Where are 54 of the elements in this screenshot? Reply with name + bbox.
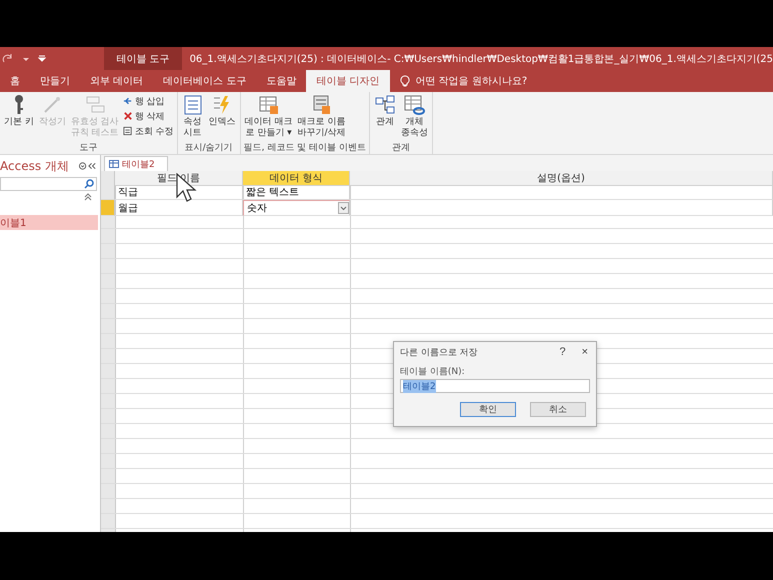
group-label: 표시/숨기기 (184, 142, 234, 154)
search-icon (84, 179, 94, 189)
data-type-text: 숫자 (247, 202, 267, 215)
collapse-icon[interactable] (84, 193, 92, 201)
help-button[interactable]: ? (557, 346, 568, 358)
description-cell[interactable] (350, 185, 773, 200)
ribbon-tab[interactable]: 만들기 (30, 70, 80, 92)
insert-row-icon (122, 96, 133, 106)
dropdown-button[interactable] (338, 202, 349, 214)
column-header[interactable]: 설명(옵션) (350, 171, 773, 186)
caret-icon (340, 206, 347, 210)
dialog-button[interactable]: 취소 (530, 402, 586, 417)
ribbon-button[interactable]: 매크로 이름 바꾸기/삭제 (296, 94, 347, 139)
ribbon-button[interactable]: 속성 시트 (180, 94, 205, 139)
column-header[interactable]: 데이터 형식 (243, 171, 350, 186)
document-tab[interactable]: 테이블2 (104, 156, 168, 171)
description-cell[interactable] (350, 200, 773, 216)
nav-pane-controls-icon[interactable] (79, 161, 97, 171)
ribbon-tab[interactable]: 테이블 디자인 (306, 70, 390, 92)
lookup-icon (122, 126, 133, 136)
data-type-cell[interactable]: 숫자 (243, 200, 350, 216)
ribbon-tab[interactable]: 외부 데이터 (80, 70, 154, 92)
dialog-title: 다른 이름으로 저장 (400, 346, 479, 358)
data-type-text: 짧은 텍스트 (246, 186, 300, 199)
ribbon-button[interactable]: 데이터 매크 로 만들기 ▾ (244, 94, 294, 139)
ribbon-button[interactable]: 조회 수정 (122, 124, 174, 138)
search-field[interactable] (0, 177, 97, 191)
ribbon-tab[interactable]: 도움말 (256, 70, 306, 92)
data-type-cell[interactable]: 짧은 텍스트 (243, 185, 350, 200)
context-tab-label: 테이블 도구 (104, 47, 182, 70)
customize-icon[interactable] (38, 54, 46, 62)
ribbon-button[interactable]: 행 삽입 (122, 94, 174, 108)
ribbon-tab[interactable]: 홈 (0, 70, 30, 92)
dialog-button[interactable]: 확인 (460, 402, 516, 417)
nav-pane-title: Access 개체 (0, 158, 69, 174)
group-label: 필드, 레코드 및 테이블 이벤트 (244, 142, 366, 154)
delete-row-icon (122, 111, 133, 121)
ribbon-tab[interactable]: 데이터베이스 도구 (153, 70, 256, 92)
ribbon-button[interactable]: 개체 종속성 (400, 94, 429, 139)
window-title: 06_1.액세스기초다지기(25) : 데이터베이스- C:₩Users₩hindler₩Desktop₩컴활1급통합본_실기₩06_1.액세스기초다지기(25 (188, 52, 773, 66)
field-name-cell[interactable]: 월급 (115, 200, 243, 216)
nav-item[interactable]: 이블1 (0, 215, 98, 230)
redo-icon[interactable] (2, 52, 14, 64)
close-button[interactable]: × (580, 346, 590, 358)
group-label: 관계 (390, 142, 411, 154)
lightbulb-icon[interactable] (400, 75, 410, 87)
ribbon-button[interactable]: 관계 (372, 94, 397, 128)
ribbon-button[interactable]: 기본 키 (3, 94, 35, 128)
table-icon (109, 160, 119, 168)
ribbon-button[interactable]: 행 삭제 (122, 109, 174, 123)
ribbon-button[interactable]: 인덱스 (208, 94, 237, 128)
tell-me-field[interactable]: 어떤 작업을 원하시나요? (416, 74, 528, 88)
field-label: 테이블 이름(N): (400, 366, 466, 378)
group-label: 도구 (78, 142, 98, 154)
